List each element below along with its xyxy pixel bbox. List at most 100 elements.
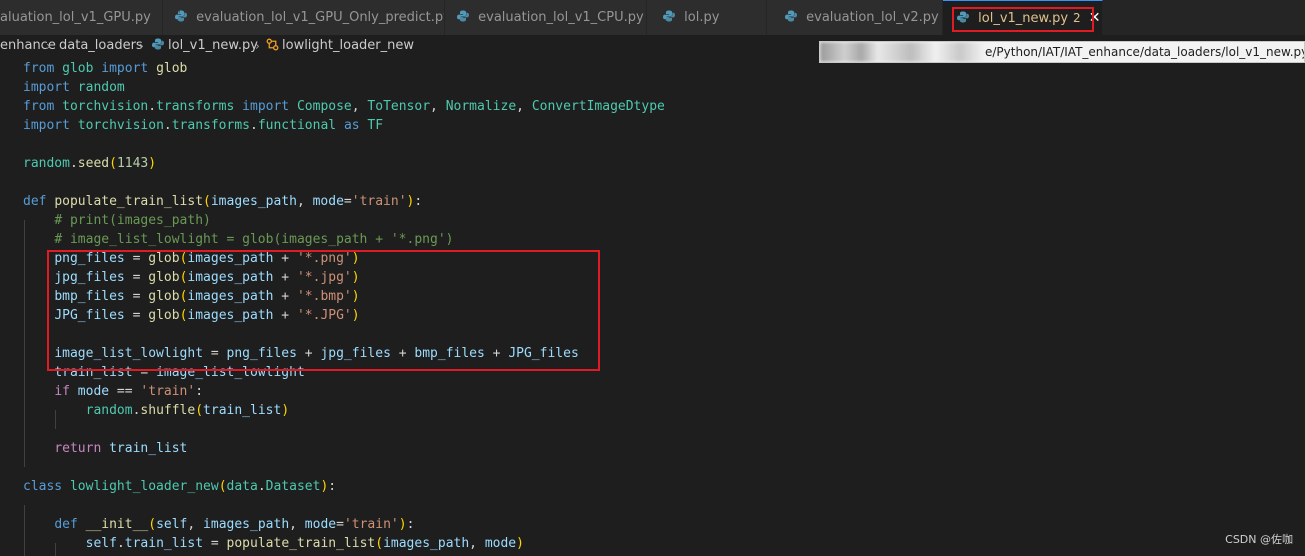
code-token: 'train' <box>140 384 196 399</box>
code-token: images_path <box>187 251 274 266</box>
code-token: ) <box>148 156 157 171</box>
code-token: = <box>124 308 149 323</box>
code-line: random.shuffle(train_list) <box>23 401 290 420</box>
code-token: ToTensor <box>367 99 431 114</box>
code-token: TF <box>367 118 384 133</box>
code-token: ) <box>351 270 360 285</box>
code-token: def <box>54 517 78 532</box>
code-line: image_list_lowlight = png_files + jpg_fi… <box>23 344 579 363</box>
breadcrumb-item-class[interactable]: lowlight_loader_new <box>266 35 414 57</box>
code-token: class <box>23 479 63 494</box>
code-token: functional <box>257 118 337 133</box>
code-token: ) <box>281 403 290 418</box>
code-token: ) <box>398 517 407 532</box>
code-token: lowlight_loader_new <box>69 479 219 494</box>
code-line: from glob import glob <box>23 59 187 78</box>
code-token: images_path <box>383 536 470 551</box>
breadcrumb-item-data-loaders[interactable]: data_loaders <box>59 35 143 57</box>
breadcrumb-class-label: lowlight_loader_new <box>282 38 415 53</box>
tab-label: lol.py <box>684 10 720 25</box>
code-editor[interactable]: from glob import glob import random from t… <box>0 57 1305 556</box>
code-token: = <box>124 251 149 266</box>
code-token: : <box>414 194 423 209</box>
code-token: + <box>296 346 321 361</box>
python-file-icon <box>152 38 164 50</box>
code-token: + <box>273 289 297 304</box>
code-token: # print(images_path) <box>54 213 211 228</box>
code-token: glob <box>148 251 180 266</box>
code-token: mode <box>304 517 337 532</box>
code-token: JPG_files <box>54 308 125 323</box>
code-token: ) <box>351 308 360 323</box>
code-line: return train_list <box>23 439 187 458</box>
code-token: self <box>85 536 117 551</box>
code-token: Dataset <box>265 479 321 494</box>
code-token: torchvision <box>77 118 164 133</box>
code-token: image_list_lowlight <box>156 365 305 380</box>
tab-evaluation-lol-v1-gpu[interactable]: aluation_lol_v1_GPU.py <box>0 0 163 35</box>
code-line: # image_list_lowlight = glob(images_path… <box>23 230 453 249</box>
chevron-right-icon: › <box>139 39 144 53</box>
code-token: train_list <box>54 365 133 380</box>
code-token: import <box>242 99 290 114</box>
code-token: = <box>343 194 352 209</box>
code-token: glob <box>148 270 180 285</box>
code-token: . <box>250 118 258 133</box>
code-token: mode <box>312 194 344 209</box>
tab-evaluation-lol-v2[interactable]: evaluation_lol_v2.py <box>767 0 943 35</box>
tab-label: evaluation_lol_v1_CPU.py <box>478 10 644 25</box>
code-token: ( <box>109 156 117 171</box>
code-token: = <box>203 536 227 551</box>
code-token: = <box>124 270 149 285</box>
code-token: ConvertImageDtype <box>531 99 665 114</box>
code-token: '*.png' <box>296 251 352 266</box>
code-line: png_files = glob(images_path + '*.png') <box>23 249 360 268</box>
code-token: ) <box>351 251 360 266</box>
code-token: . <box>69 156 78 171</box>
tab-label: aluation_lol_v1_GPU.py <box>0 10 151 25</box>
code-token: '*.bmp' <box>296 289 352 304</box>
code-token: , <box>430 99 446 114</box>
code-token: . <box>116 536 125 551</box>
code-token: from <box>23 61 55 76</box>
code-line: train_list = image_list_lowlight <box>23 363 305 382</box>
code-line: bmp_files = glob(images_path + '*.bmp') <box>23 287 359 306</box>
code-line: def __init__(self, images_path, mode='tr… <box>23 515 414 534</box>
code-line: import random <box>23 78 125 97</box>
code-token: , <box>351 99 368 114</box>
code-token: JPG_files <box>508 346 579 361</box>
code-token: '*.jpg' <box>296 270 352 285</box>
code-token: random <box>23 156 70 171</box>
code-token: : <box>406 517 415 532</box>
problem-count-badge: 2 <box>1073 11 1081 25</box>
code-token: def <box>23 194 47 209</box>
code-token: , <box>296 194 313 209</box>
editor-tab-bar: aluation_lol_v1_GPU.py evaluation_lol_v1… <box>0 0 1305 35</box>
tab-evaluation-lol-v1-gpu-only-predict[interactable]: evaluation_lol_v1_GPU_Only_predict.py <box>163 0 445 35</box>
tab-lol[interactable]: lol.py <box>647 0 767 35</box>
code-token: glob <box>62 61 94 76</box>
breadcrumb-item-file[interactable]: lol_v1_new.py <box>152 35 258 57</box>
code-token: Normalize <box>445 99 517 114</box>
python-file-icon <box>175 10 187 22</box>
close-tab-icon[interactable]: ✕ <box>1089 1 1101 35</box>
tab-lol-v1-new[interactable]: lol_v1_new.py 2 ✕ <box>943 0 1103 35</box>
code-token: torchvision <box>62 99 149 114</box>
code-token: ( <box>218 479 227 494</box>
code-token: png_files <box>54 251 125 266</box>
tab-evaluation-lol-v1-cpu[interactable]: evaluation_lol_v1_CPU.py <box>445 0 647 35</box>
code-token: transforms <box>171 118 250 133</box>
code-token: from <box>23 99 55 114</box>
code-token: , <box>469 536 485 551</box>
